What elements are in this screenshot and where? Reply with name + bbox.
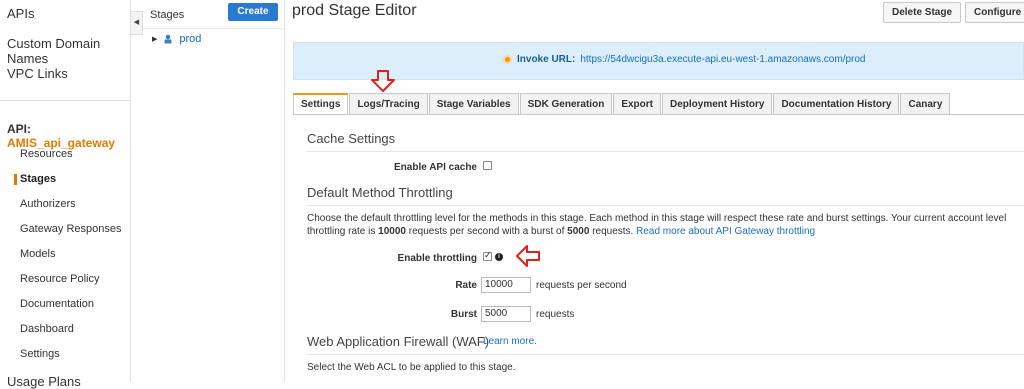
left-navigation: APIs Custom Domain Names VPC Links API: … <box>0 0 131 389</box>
waf-description: Select the Web ACL to be applied to this… <box>307 362 516 373</box>
section-divider <box>307 205 1024 206</box>
nav-link-apis[interactable]: APIs <box>7 6 34 21</box>
nav-link-vpc-links[interactable]: VPC Links <box>7 66 68 81</box>
waf-heading: Web Application Firewall (WAF) <box>307 334 490 349</box>
tab-logs-tracing[interactable]: Logs/Tracing <box>349 93 428 115</box>
burst-unit: requests <box>536 309 575 320</box>
tab-deployment-history[interactable]: Deployment History <box>661 93 773 115</box>
waf-learn-more-link[interactable]: Learn more. <box>483 336 537 347</box>
tab-divider <box>293 114 1024 115</box>
nav-item-authorizers[interactable]: Authorizers <box>20 198 76 210</box>
tab-export[interactable]: Export <box>613 93 661 115</box>
create-stage-button[interactable]: Create <box>228 3 278 21</box>
enable-cache-label: Enable API cache <box>394 162 477 173</box>
nav-item-settings[interactable]: Settings <box>20 348 60 360</box>
stages-panel-header: Stages Create <box>143 0 285 29</box>
caret-right-icon[interactable]: ▶ <box>152 35 157 43</box>
stage-editor: prod Stage Editor Delete Stage Configure… <box>285 0 1024 382</box>
rate-input[interactable]: 10000 <box>481 277 531 293</box>
cache-settings-heading: Cache Settings <box>307 131 396 146</box>
tab-sdk-generation[interactable]: SDK Generation <box>519 93 613 115</box>
section-divider <box>307 151 1024 152</box>
burst-label: Burst <box>450 309 477 320</box>
nav-item-documentation[interactable]: Documentation <box>20 298 94 310</box>
burst-input[interactable]: 5000 <box>481 306 531 322</box>
throttling-heading: Default Method Throttling <box>307 185 453 200</box>
annotation-arrow-left-icon <box>516 245 540 267</box>
nav-api-name[interactable]: API: AMIS_api_gateway <box>7 122 130 150</box>
page-title: prod Stage Editor <box>292 2 417 19</box>
chevron-left-icon: ◀ <box>133 19 140 26</box>
tab-stage-variables[interactable]: Stage Variables <box>428 93 519 115</box>
nav-item-stages[interactable]: Stages <box>20 173 56 185</box>
tab-settings[interactable]: Settings <box>293 93 349 115</box>
status-dot-icon <box>503 55 512 64</box>
annotation-arrow-down-icon <box>371 70 395 92</box>
throttling-text-2: requests per second with a burst of <box>408 226 565 237</box>
tab-documentation-history[interactable]: Documentation History <box>773 93 900 115</box>
section-divider <box>307 354 1024 355</box>
delete-stage-button[interactable]: Delete Stage <box>883 2 962 23</box>
nav-item-resources[interactable]: Resources <box>20 148 73 160</box>
stage-tree-item[interactable]: ▶ prod <box>152 33 201 45</box>
rate-unit: requests per second <box>536 280 627 291</box>
collapse-sidebar-button[interactable]: ◀ <box>131 11 143 35</box>
nav-item-dashboard[interactable]: Dashboard <box>20 323 74 335</box>
invoke-url-link[interactable]: https://54dwcigu3a.execute-api.eu-west-1… <box>580 54 865 65</box>
throttling-description: Choose the default throttling level for … <box>307 212 1022 238</box>
nav-item-gateway-responses[interactable]: Gateway Responses <box>20 223 122 235</box>
stage-tree-label: prod <box>179 33 202 45</box>
invoke-url-banner: Invoke URL: https://54dwcigu3a.execute-a… <box>293 42 1024 80</box>
stage-icon <box>164 34 172 44</box>
account-burst-limit: 5000 <box>567 226 590 237</box>
enable-throttling-label: Enable throttling <box>397 253 477 264</box>
account-rate-limit: 10000 <box>378 226 406 237</box>
nav-item-models[interactable]: Models <box>20 248 55 260</box>
throttling-text-3: requests. <box>592 226 634 237</box>
nav-link-custom-domain-names[interactable]: Custom Domain Names <box>7 36 130 66</box>
nav-item-resource-policy[interactable]: Resource Policy <box>20 273 99 285</box>
active-indicator <box>14 174 17 185</box>
invoke-url-row: Invoke URL: https://54dwcigu3a.execute-a… <box>503 54 866 65</box>
read-more-throttling-link[interactable]: Read more about API Gateway throttling <box>636 226 815 237</box>
invoke-url-label: Invoke URL: <box>517 54 576 65</box>
enable-cache-checkbox[interactable] <box>483 161 492 170</box>
info-icon[interactable]: i <box>495 253 503 261</box>
configure-tags-button[interactable]: Configure Tags <box>965 2 1024 23</box>
enable-throttling-checkbox[interactable] <box>483 250 492 261</box>
nav-divider <box>0 100 131 101</box>
stages-panel-title: Stages <box>150 9 185 21</box>
tab-canary[interactable]: Canary <box>900 93 951 115</box>
rate-label: Rate <box>455 280 477 291</box>
stage-tabs: Settings Logs/Tracing Stage Variables SD… <box>293 93 951 115</box>
nav-api-prefix: API: <box>7 122 31 136</box>
stages-panel: Stages Create ▶ prod <box>143 0 285 382</box>
